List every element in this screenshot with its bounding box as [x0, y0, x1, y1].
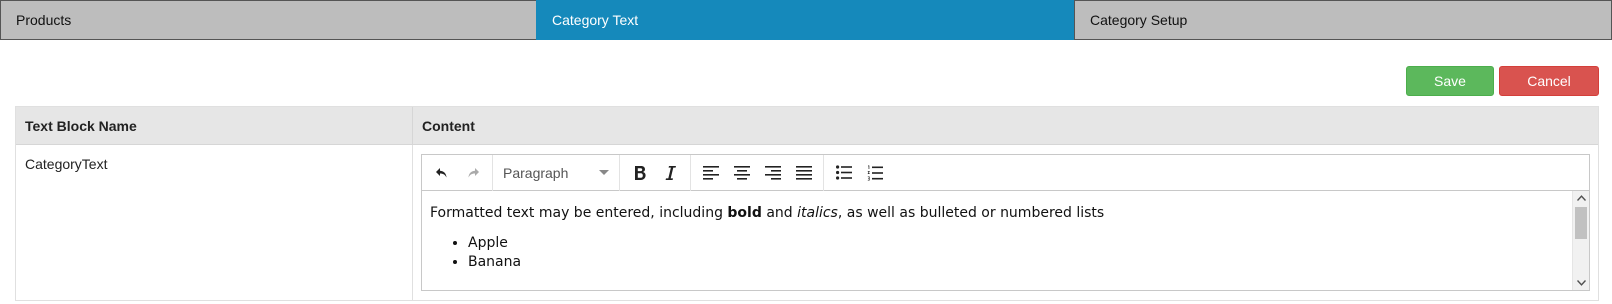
bulleted-list: Apple Banana — [430, 234, 1581, 272]
cancel-button[interactable]: Cancel — [1499, 66, 1599, 96]
align-right-icon[interactable] — [757, 158, 788, 188]
italic-icon[interactable] — [655, 158, 686, 188]
history-group — [422, 154, 493, 191]
editor-scrollbar[interactable] — [1572, 191, 1589, 290]
paragraph-text-end: , as well as bulleted or numbered lists — [837, 205, 1105, 221]
style-group — [620, 154, 691, 191]
text-block-table: Text Block Name Content CategoryText Par… — [15, 106, 1599, 301]
undo-icon[interactable] — [426, 158, 457, 188]
italic-text: italics — [797, 205, 838, 221]
tab-bar: Products Category Text Category Setup — [0, 0, 1612, 40]
editor-content-area[interactable]: Formatted text may be entered, including… — [422, 191, 1589, 290]
align-left-icon[interactable] — [695, 158, 726, 188]
numbered-list-icon[interactable] — [859, 158, 890, 188]
bold-text: bold — [727, 205, 762, 221]
tab-category-setup[interactable]: Category Setup — [1074, 0, 1612, 40]
scroll-down-icon[interactable] — [1573, 276, 1589, 290]
table-row: CategoryText Paragraph Formatted text ma… — [16, 145, 1598, 300]
chevron-down-icon — [599, 170, 609, 175]
table-header: Text Block Name Content — [16, 107, 1598, 145]
scroll-up-icon[interactable] — [1573, 191, 1589, 205]
save-button[interactable]: Save — [1406, 66, 1494, 96]
tab-category-text[interactable]: Category Text — [536, 0, 1075, 40]
list-item: Banana — [468, 253, 1581, 272]
editor-paragraph: Formatted text may be entered, including… — [430, 205, 1581, 221]
paragraph-text-start: Formatted text may be entered, including — [430, 205, 728, 221]
column-header-text-block-name: Text Block Name — [16, 107, 413, 144]
scrollbar-thumb[interactable] — [1575, 207, 1587, 239]
bullet-list-icon[interactable] — [828, 158, 859, 188]
paragraph-text-middle: and — [761, 205, 798, 221]
bold-icon[interactable] — [624, 158, 655, 188]
tab-products[interactable]: Products — [0, 0, 537, 40]
list-group — [824, 155, 894, 191]
paragraph-format-dropdown[interactable]: Paragraph — [497, 158, 615, 188]
rich-text-editor: Paragraph Formatted text may be entered,… — [421, 154, 1590, 291]
content-cell: Paragraph Formatted text may be entered,… — [413, 145, 1598, 300]
list-item: Apple — [468, 234, 1581, 253]
paragraph-format-value: Paragraph — [503, 164, 569, 181]
alignment-group — [691, 154, 824, 191]
format-group: Paragraph — [493, 154, 620, 191]
align-justify-icon[interactable] — [788, 158, 819, 188]
align-center-icon[interactable] — [726, 158, 757, 188]
editor-toolbar: Paragraph — [422, 154, 1589, 191]
text-block-name-cell: CategoryText — [16, 145, 413, 300]
redo-icon[interactable] — [457, 158, 488, 188]
column-header-content: Content — [422, 117, 475, 134]
